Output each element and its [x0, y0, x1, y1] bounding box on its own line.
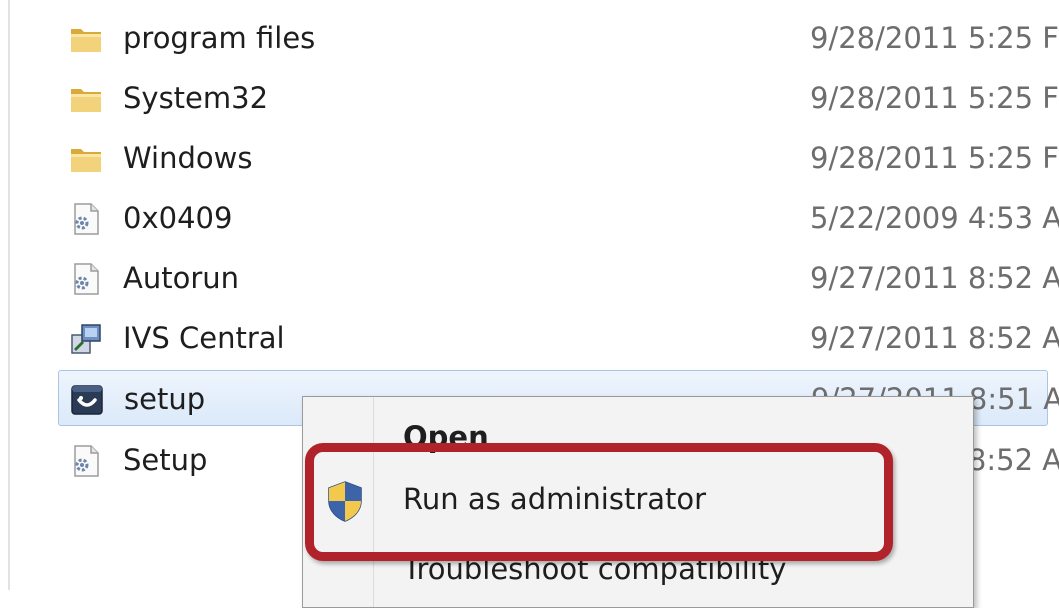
menu-item-label: Troubleshoot compatibility	[403, 552, 787, 586]
file-name: 0x0409	[123, 201, 233, 235]
menu-item-label: Open	[403, 420, 489, 454]
file-row-program-files[interactable]: program files 9/28/2011 5:25 F	[58, 10, 1059, 66]
file-name: setup	[124, 382, 206, 416]
file-date: 9/28/2011 5:25 F	[810, 141, 1059, 175]
file-name: System32	[123, 81, 269, 115]
file-name: Autorun	[123, 261, 240, 295]
uac-shield-icon	[328, 481, 362, 522]
file-row-0x0409[interactable]: 0x0409 5/22/2009 4:53 A	[58, 190, 1059, 246]
folder-icon	[71, 29, 101, 52]
settings-file-icon	[74, 445, 99, 477]
file-date: 9/27/2011 8:52 A	[810, 261, 1059, 295]
file-row-system32[interactable]: System32 9/28/2011 5:25 F	[58, 70, 1059, 126]
menu-item-label: Run as administrator	[403, 482, 707, 516]
file-name: Windows	[123, 141, 253, 175]
file-date: 9/28/2011 5:25 F	[810, 81, 1059, 115]
settings-file-icon	[74, 203, 99, 235]
window-left-edge	[8, 0, 10, 590]
installer-package-icon	[71, 324, 101, 354]
context-menu: Open Run as administrator Troubleshoot c…	[302, 396, 974, 608]
file-date: 9/27/2011 8:52 A	[810, 321, 1059, 355]
folder-icon	[71, 89, 101, 112]
menu-item-open[interactable]: Open	[303, 411, 973, 465]
setup-app-icon	[71, 385, 103, 415]
file-name: program files	[123, 21, 316, 55]
menu-item-run-as-administrator[interactable]: Run as administrator	[303, 473, 973, 527]
file-name: IVS Central	[123, 321, 285, 355]
folder-icon	[71, 149, 101, 172]
file-date: 9/28/2011 5:25 F	[810, 21, 1059, 55]
menu-item-troubleshoot-compatibility[interactable]: Troubleshoot compatibility	[303, 543, 973, 597]
file-row-autorun[interactable]: Autorun 9/27/2011 8:52 A	[58, 250, 1059, 306]
file-row-windows[interactable]: Windows 9/28/2011 5:25 F	[58, 130, 1059, 186]
file-date: 5/22/2009 4:53 A	[810, 201, 1059, 235]
file-name: Setup	[123, 443, 208, 477]
settings-file-icon	[74, 263, 99, 295]
file-row-ivs-central[interactable]: IVS Central 9/27/2011 8:52 A	[58, 310, 1059, 366]
